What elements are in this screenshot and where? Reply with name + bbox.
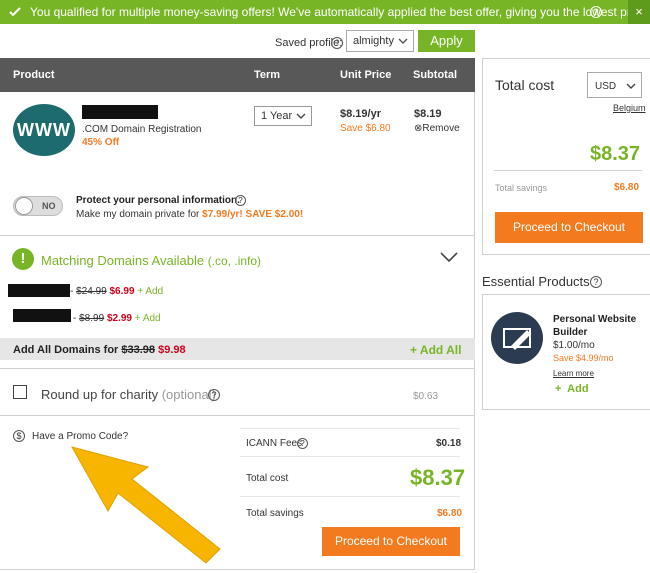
- add-all-label: Add All Domains for $33.98 $9.98: [13, 344, 186, 356]
- region-link[interactable]: Belgium: [613, 103, 646, 113]
- redacted-domain: [82, 105, 158, 119]
- separator: -: [70, 286, 74, 297]
- divider: [494, 170, 642, 171]
- divider: [240, 456, 460, 457]
- new-price: $2.99: [106, 313, 132, 324]
- proceed-to-checkout-button[interactable]: Proceed to Checkout: [322, 527, 460, 556]
- icann-fees-label: ICANN Fees: [246, 438, 303, 449]
- icann-fees-value: $0.18: [436, 438, 462, 449]
- help-icon[interactable]: ?: [331, 37, 343, 49]
- divider: [0, 235, 475, 236]
- check-icon: [9, 7, 21, 17]
- discount-badge: 45% Off: [82, 137, 120, 148]
- new-price: $6.99: [109, 286, 135, 297]
- header-term: Term: [254, 69, 281, 81]
- help-icon[interactable]: ?: [208, 389, 220, 401]
- header-unit-price: Unit Price: [340, 69, 392, 81]
- chevron-down-icon: [626, 83, 636, 89]
- sidebar-total-value: $8.37: [590, 143, 641, 165]
- separator: -: [73, 313, 77, 324]
- currency-value: USD: [595, 81, 617, 92]
- remove-link[interactable]: ⊗Remove: [414, 123, 460, 134]
- pencil-icon: [503, 328, 531, 350]
- matching-suffix: (.co, .info): [207, 254, 262, 268]
- add-domain-button[interactable]: + Add: [137, 286, 163, 297]
- total-savings-value: $6.80: [437, 508, 463, 519]
- item-savings: Save $6.80: [340, 123, 391, 134]
- matching-domains-title: Matching Domains Available (.co, .info): [41, 253, 261, 268]
- product-name: .COM Domain Registration: [82, 124, 202, 135]
- learn-more-link[interactable]: Learn more: [553, 369, 594, 378]
- plus-icon: +: [555, 383, 562, 395]
- product-price: $1.00/mo: [553, 340, 595, 351]
- add-domain-button[interactable]: + Add: [135, 313, 161, 324]
- privacy-offer: $7.99/yr! SAVE $2.00!: [202, 209, 304, 220]
- divider: [240, 428, 460, 429]
- help-icon[interactable]: ?: [590, 276, 602, 288]
- total-savings-label: Total savings: [246, 508, 304, 519]
- promo-code-link[interactable]: Have a Promo Code?: [32, 431, 128, 442]
- apply-button[interactable]: Apply: [418, 30, 475, 52]
- cart-table-header: Product Term Unit Price Subtotal: [0, 58, 475, 92]
- add-all-button[interactable]: + Add All: [410, 343, 461, 357]
- new-price: $9.98: [158, 344, 186, 356]
- old-price: $24.99: [76, 286, 107, 297]
- sidebar-savings-label: Total savings: [495, 183, 548, 193]
- remove-label: Remove: [422, 123, 460, 134]
- proceed-to-checkout-button[interactable]: Proceed to Checkout: [495, 212, 643, 243]
- privacy-prefix: Make my domain private for: [76, 209, 200, 220]
- unit-price: $8.19/yr: [340, 108, 381, 120]
- essential-products-title: Essential Products: [482, 274, 590, 289]
- charity-label: Round up for charity (optional): [41, 387, 216, 402]
- privacy-toggle[interactable]: NO: [13, 196, 63, 216]
- list-item: - $24.99 $6.99 + Add: [70, 286, 163, 297]
- chevron-down-icon: [398, 38, 408, 44]
- toggle-knob: [15, 197, 33, 215]
- total-cost-label: Total cost: [246, 473, 289, 484]
- list-item: - $8.99 $2.99 + Add: [73, 313, 161, 324]
- add-product-button[interactable]: + Add: [555, 383, 589, 395]
- www-icon: WWW: [13, 104, 75, 156]
- header-subtotal: Subtotal: [413, 69, 457, 81]
- matching-title: Matching Domains Available: [41, 253, 205, 268]
- chevron-down-icon: [296, 113, 306, 119]
- website-builder-icon: [491, 312, 543, 364]
- redacted-domain: [13, 309, 71, 322]
- divider: [240, 496, 460, 497]
- charity-amount: $0.63: [413, 391, 439, 402]
- charity-text: Round up for charity: [41, 387, 159, 402]
- product-title: Personal Website Builder: [553, 314, 637, 338]
- sidebar-savings-value: $6.80: [614, 182, 640, 193]
- saved-profile-value: almighty: [353, 35, 394, 47]
- help-icon[interactable]: ?: [235, 195, 246, 206]
- total-cost-value: $8.37: [410, 465, 466, 490]
- term-value: 1 Year: [261, 110, 293, 122]
- add-all-prefix: Add All Domains for: [13, 344, 119, 356]
- term-select[interactable]: 1 Year: [254, 106, 312, 126]
- old-price: $8.99: [79, 313, 105, 324]
- currency-select[interactable]: USD: [587, 72, 642, 98]
- dollar-icon: $: [13, 430, 25, 442]
- exclamation-icon: !: [12, 248, 34, 270]
- old-price: $33.98: [121, 344, 156, 356]
- subtotal: $8.19: [414, 108, 442, 120]
- privacy-text: Make my domain private for $7.99/yr! SAV…: [76, 209, 303, 220]
- offer-banner: You qualified for multiple money-saving …: [0, 0, 650, 24]
- arrow-icon: [70, 446, 221, 564]
- banner-message: You qualified for multiple money-saving …: [30, 5, 650, 19]
- close-icon[interactable]: ×: [628, 0, 650, 24]
- toggle-state: NO: [42, 201, 56, 211]
- chevron-down-icon[interactable]: [440, 248, 458, 266]
- charity-checkbox[interactable]: [13, 385, 27, 399]
- saved-profile-select[interactable]: almighty: [346, 30, 414, 52]
- help-icon[interactable]: ?: [297, 438, 308, 449]
- help-icon[interactable]: ?: [590, 6, 602, 18]
- redacted-domain: [8, 284, 70, 297]
- product-savings: Save $4.99/mo: [553, 353, 614, 363]
- header-product: Product: [13, 69, 55, 81]
- privacy-title: Protect your personal information.: [76, 195, 240, 206]
- sidebar-total-label: Total cost: [495, 77, 555, 93]
- add-label: Add: [567, 383, 589, 395]
